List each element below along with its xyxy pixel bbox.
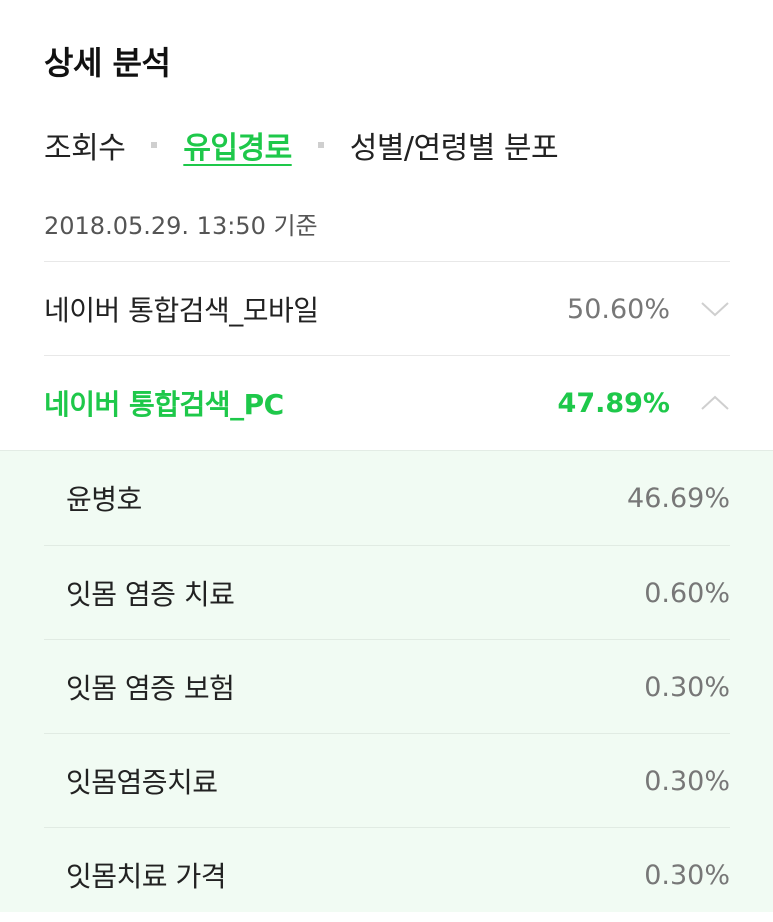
keyword-percent: 0.30% — [644, 671, 730, 703]
page-title: 상세 분석 — [44, 44, 171, 82]
keyword-label: 잇몸 염증 보험 — [66, 672, 235, 705]
tab-bar: 조회수 유입경로 성별/연령별 분포 — [44, 123, 559, 167]
keyword-row: 잇몸염증치료 0.30% — [44, 734, 730, 828]
keyword-label: 윤병호 — [66, 483, 142, 516]
source-percent: 47.89% — [557, 387, 670, 419]
source-percent: 50.60% — [567, 293, 670, 325]
tab-traffic-sources[interactable]: 유입경로 — [183, 123, 292, 167]
keyword-label: 잇몸염증치료 — [66, 766, 218, 799]
chevron-down-icon — [700, 300, 730, 318]
chevron-up-icon — [700, 394, 730, 412]
keyword-percent: 46.69% — [627, 482, 730, 514]
keyword-row: 잇몸치료 가격 0.30% — [44, 828, 730, 922]
keyword-row: 윤병호 46.69% — [44, 451, 730, 545]
keyword-label: 잇몸치료 가격 — [66, 860, 226, 893]
timestamp: 2018.05.29. 13:50 기준 — [44, 212, 318, 240]
keyword-row: 잇몸 염증 보험 0.30% — [44, 640, 730, 734]
source-label: 네이버 통합검색_모바일 — [44, 294, 319, 327]
tab-gender-age[interactable]: 성별/연령별 분포 — [350, 123, 559, 167]
tab-views[interactable]: 조회수 — [44, 123, 126, 167]
source-row-naver-pc[interactable]: 네이버 통합검색_PC 47.89% — [44, 356, 730, 450]
keyword-percent: 0.60% — [644, 577, 730, 609]
source-row-naver-mobile[interactable]: 네이버 통합검색_모바일 50.60% — [44, 262, 730, 356]
keyword-percent: 0.30% — [644, 859, 730, 891]
tab-separator — [317, 142, 324, 148]
source-label: 네이버 통합검색_PC — [44, 388, 284, 421]
keyword-percent: 0.30% — [644, 765, 730, 797]
keyword-label: 잇몸 염증 치료 — [66, 578, 235, 611]
keyword-panel: 윤병호 46.69% 잇몸 염증 치료 0.60% 잇몸 염증 보험 0.30%… — [0, 450, 773, 912]
tab-separator — [151, 142, 158, 148]
keyword-row: 잇몸 염증 치료 0.60% — [44, 546, 730, 640]
